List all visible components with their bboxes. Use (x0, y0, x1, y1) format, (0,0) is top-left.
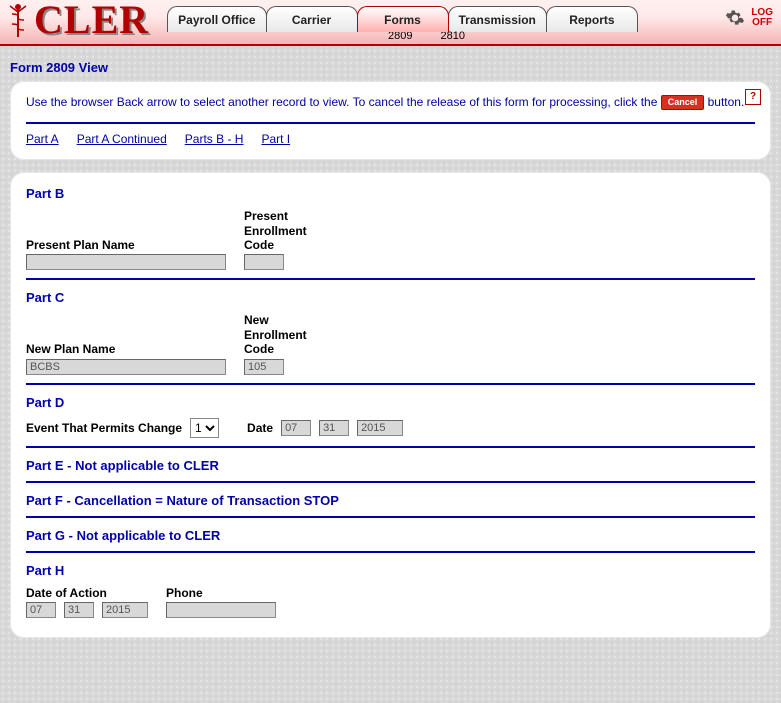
new-enroll-code-input[interactable] (244, 359, 284, 375)
event-permits-change-label: Event That Permits Change (26, 421, 182, 435)
part-d-date-yyyy[interactable] (357, 420, 403, 436)
date-of-action-label: Date of Action (26, 586, 148, 600)
present-enroll-code-label: Present Enrollment Code (244, 209, 307, 252)
part-e-heading: Part E - Not applicable to CLER (26, 458, 755, 473)
doa-yyyy[interactable] (102, 602, 148, 618)
main-tabs: Payroll Office Carrier Forms Transmissio… (167, 2, 637, 32)
caduceus-icon (6, 2, 30, 42)
form-panel: Part B Present Plan Name Present Enrollm… (10, 172, 771, 638)
part-b-heading: Part B (26, 186, 755, 201)
date-of-action-inputs (26, 602, 148, 618)
page-title: Form 2809 View (10, 60, 781, 75)
tab-transmission[interactable]: Transmission (448, 6, 547, 32)
present-enroll-code-input[interactable] (244, 254, 284, 270)
instruction-panel: ? Use the browser Back arrow to select a… (10, 81, 771, 160)
phone-input[interactable] (166, 602, 276, 618)
part-g-heading: Part G - Not applicable to CLER (26, 528, 755, 543)
divider (26, 481, 755, 483)
divider (26, 551, 755, 553)
link-part-a[interactable]: Part A (26, 132, 59, 146)
present-plan-name-input[interactable] (26, 254, 226, 270)
part-d-date-dd[interactable] (319, 420, 349, 436)
present-plan-name-field: Present Plan Name (26, 238, 226, 270)
part-f-heading: Part F - Cancellation = Nature of Transa… (26, 493, 755, 508)
link-part-i[interactable]: Part I (261, 132, 290, 146)
app-header: CLER Payroll Office Carrier Forms Transm… (0, 0, 781, 46)
phone-label: Phone (166, 586, 276, 600)
doa-dd[interactable] (64, 602, 94, 618)
tab-carrier[interactable]: Carrier (266, 6, 358, 32)
divider (26, 516, 755, 518)
present-enroll-code-field: Present Enrollment Code (244, 209, 307, 270)
new-plan-name-field: New Plan Name (26, 342, 226, 374)
part-d-fields: Event That Permits Change 1 Date (26, 418, 755, 438)
date-of-action-field: Date of Action (26, 586, 148, 618)
part-d-heading: Part D (26, 395, 755, 410)
doa-mm[interactable] (26, 602, 56, 618)
event-permits-change-select[interactable]: 1 (190, 418, 219, 438)
link-parts-b-h[interactable]: Parts B - H (185, 132, 244, 146)
part-h-heading: Part H (26, 563, 755, 578)
part-c-heading: Part C (26, 290, 755, 305)
divider (26, 383, 755, 385)
divider (26, 278, 755, 280)
tab-payroll-office[interactable]: Payroll Office (167, 6, 266, 32)
part-h-fields: Date of Action Phone (26, 586, 755, 618)
help-icon[interactable]: ? (745, 89, 761, 105)
phone-field: Phone (166, 586, 276, 618)
logoff-line2: OFF (752, 17, 772, 28)
tab-forms[interactable]: Forms (357, 6, 449, 32)
part-b-fields: Present Plan Name Present Enrollment Cod… (26, 209, 755, 270)
tab-reports[interactable]: Reports (546, 6, 638, 32)
divider (26, 446, 755, 448)
new-enroll-code-field: New Enrollment Code (244, 313, 307, 374)
new-plan-name-input[interactable] (26, 359, 226, 375)
cancel-button[interactable]: Cancel (661, 95, 705, 110)
anchor-links: Part A Part A Continued Parts B - H Part… (26, 122, 755, 146)
part-d-date-label: Date (247, 421, 273, 435)
new-plan-name-label: New Plan Name (26, 342, 226, 356)
instr-after: button. (708, 95, 745, 109)
settings-gear-icon[interactable] (725, 8, 745, 28)
present-plan-name-label: Present Plan Name (26, 238, 226, 252)
part-d-date-mm[interactable] (281, 420, 311, 436)
logoff-button[interactable]: LOG OFF (751, 8, 773, 28)
part-c-fields: New Plan Name New Enrollment Code (26, 313, 755, 374)
instruction-text: Use the browser Back arrow to select ano… (26, 93, 755, 112)
instr-before: Use the browser Back arrow to select ano… (26, 95, 661, 109)
app-logo: CLER (34, 0, 149, 40)
link-part-a-continued[interactable]: Part A Continued (77, 132, 167, 146)
new-enroll-code-label: New Enrollment Code (244, 313, 307, 356)
